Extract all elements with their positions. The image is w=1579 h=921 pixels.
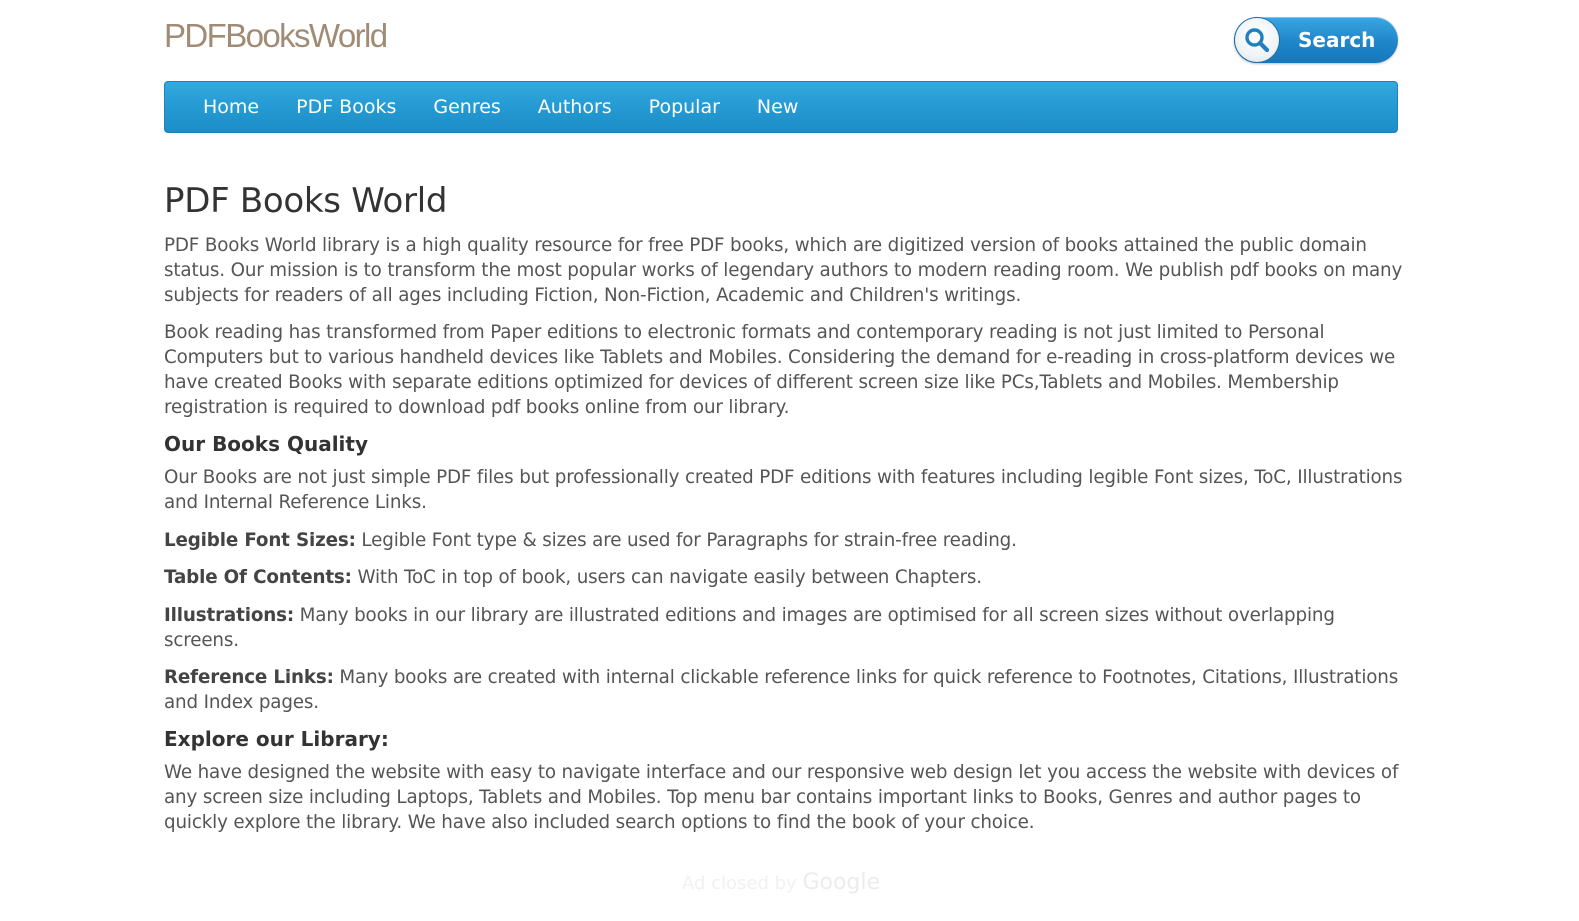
nav-item-authors[interactable]: Authors bbox=[538, 96, 612, 118]
search-button-label: Search bbox=[1298, 28, 1376, 52]
feature-item: Table Of Contents: With ToC in top of bo… bbox=[164, 565, 1404, 590]
feature-item: Illustrations: Many books in our library… bbox=[164, 603, 1404, 653]
page-title: PDF Books World bbox=[164, 181, 448, 221]
intro-paragraph-1: PDF Books World library is a high qualit… bbox=[164, 235, 1403, 306]
feature-item: Reference Links: Many books are created … bbox=[164, 665, 1404, 715]
nav-item-new[interactable]: New bbox=[757, 96, 798, 118]
site-header: PDFBooksWorld Search bbox=[0, 0, 1579, 80]
feature-text: Legible Font type & sizes are used for P… bbox=[355, 530, 1017, 551]
quality-heading: Our Books Quality bbox=[164, 432, 369, 456]
feature-item: Legible Font Sizes: Legible Font type & … bbox=[164, 528, 1404, 553]
ad-closed-notice: Ad closed by Google bbox=[0, 870, 1562, 895]
nav-item-home[interactable]: Home bbox=[203, 96, 259, 118]
explore-paragraph: We have designed the website with easy t… bbox=[164, 762, 1399, 833]
intro-paragraph-2: Book reading has transformed from Paper … bbox=[164, 322, 1396, 418]
feature-label: Reference Links: bbox=[164, 667, 334, 688]
nav-item-popular[interactable]: Popular bbox=[649, 96, 720, 118]
main-nav-list: Home PDF Books Genres Authors Popular Ne… bbox=[165, 82, 1397, 132]
feature-label: Legible Font Sizes: bbox=[164, 530, 356, 551]
feature-text: With ToC in top of book, users can navig… bbox=[351, 567, 982, 588]
ad-closed-text: Ad closed by bbox=[681, 873, 803, 894]
google-brand-text: Google bbox=[802, 870, 881, 895]
main-content: PDF Books World PDF Books World library … bbox=[164, 178, 1404, 835]
feature-label: Illustrations: bbox=[164, 605, 294, 626]
explore-heading: Explore our Library: bbox=[164, 727, 389, 751]
site-logo[interactable]: PDFBooksWorld bbox=[164, 14, 388, 58]
feature-label: Table Of Contents: bbox=[164, 567, 352, 588]
feature-text: Many books in our library are illustrate… bbox=[164, 605, 1335, 651]
quality-intro: Our Books are not just simple PDF files … bbox=[164, 467, 1403, 513]
feature-text: Many books are created with internal cli… bbox=[164, 667, 1399, 713]
search-button[interactable]: Search bbox=[1234, 17, 1398, 63]
nav-item-pdf-books[interactable]: PDF Books bbox=[296, 96, 396, 118]
nav-item-genres[interactable]: Genres bbox=[433, 96, 500, 118]
main-nav-bar: Home PDF Books Genres Authors Popular Ne… bbox=[164, 81, 1398, 133]
magnifier-icon bbox=[1235, 18, 1279, 62]
